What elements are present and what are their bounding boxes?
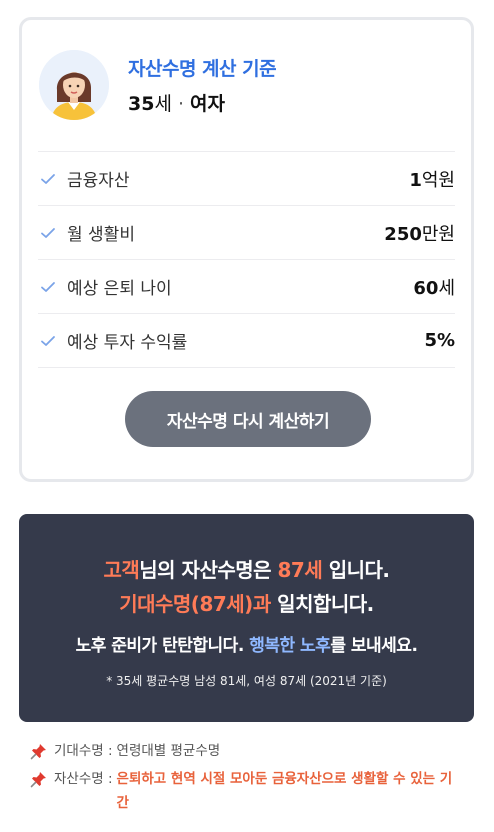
profile-title: 자산수명 계산 기준 <box>128 58 277 80</box>
note-value: 은퇴하고 현역 시절 모아둔 금융자산으로 생활할 수 있는 기간 <box>116 771 453 811</box>
criteria-row-retirement-age: 예상 은퇴 나이 60세 <box>38 260 455 314</box>
recalculate-button[interactable]: 자산수명 다시 계산하기 <box>125 391 371 447</box>
check-icon <box>41 173 55 184</box>
pushpin-icon <box>30 772 46 788</box>
check-icon <box>41 335 55 346</box>
definition-notes: 기대수명 : 연령대별 평균수명 자산수명 : 은퇴하고 현역 시절 모아둔 금… <box>30 739 460 819</box>
gender: 여자 <box>189 93 225 115</box>
criteria-label: 예상 은퇴 나이 <box>67 279 172 299</box>
calculation-basis-card: 자산수명 계산 기준 35세 · 여자 금융자산 1억원 월 생활비 250만원 예… <box>19 17 474 482</box>
check-icon <box>41 227 55 238</box>
result-footnote: * 35세 평균수명 남성 81세, 여성 87세 (2021년 기준) <box>106 674 387 688</box>
criteria-row-return-rate: 예상 투자 수익률 5% <box>38 314 455 368</box>
profile-summary: 35세 · 여자 <box>128 89 276 116</box>
note-value: 연령대별 평균수명 <box>116 743 221 759</box>
pushpin-icon <box>30 744 46 760</box>
woman-avatar-icon <box>39 50 109 120</box>
age-unit: 세 <box>154 93 172 115</box>
age-number: 35 <box>128 93 155 115</box>
criteria-label: 금융자산 <box>67 171 130 191</box>
profile-section: 자산수명 계산 기준 35세 · 여자 <box>39 50 277 120</box>
criteria-list: 금융자산 1억원 월 생활비 250만원 예상 은퇴 나이 60세 예상 투자 … <box>38 151 455 368</box>
result-line-asset-life: 고객님의 자산수명은 87세 입니다. <box>103 558 390 582</box>
criteria-value: 250만원 <box>384 223 455 245</box>
separator: · <box>177 93 184 115</box>
check-icon <box>41 281 55 292</box>
note-key: 기대수명 : <box>54 743 113 759</box>
criteria-row-monthly-expense: 월 생활비 250만원 <box>38 206 455 260</box>
result-line-life-expectancy: 기대수명(87세)과 일치합니다. <box>119 592 374 616</box>
criteria-value: 60세 <box>413 277 455 299</box>
result-line-message: 노후 준비가 탄탄합니다. 행복한 노후를 보내세요. <box>75 636 418 656</box>
criteria-value: 5% <box>424 330 455 351</box>
criteria-value: 1억원 <box>409 169 455 191</box>
result-panel: 고객님의 자산수명은 87세 입니다. 기대수명(87세)과 일치합니다. 노후… <box>19 514 474 722</box>
criteria-label: 예상 투자 수익률 <box>67 333 188 353</box>
note-asset-life: 자산수명 : 은퇴하고 현역 시절 모아둔 금융자산으로 생활할 수 있는 기간 <box>30 767 460 815</box>
note-key: 자산수명 : <box>54 771 113 787</box>
criteria-label: 월 생활비 <box>67 225 135 245</box>
note-life-expectancy: 기대수명 : 연령대별 평균수명 <box>30 739 460 763</box>
criteria-row-financial-assets: 금융자산 1억원 <box>38 152 455 206</box>
